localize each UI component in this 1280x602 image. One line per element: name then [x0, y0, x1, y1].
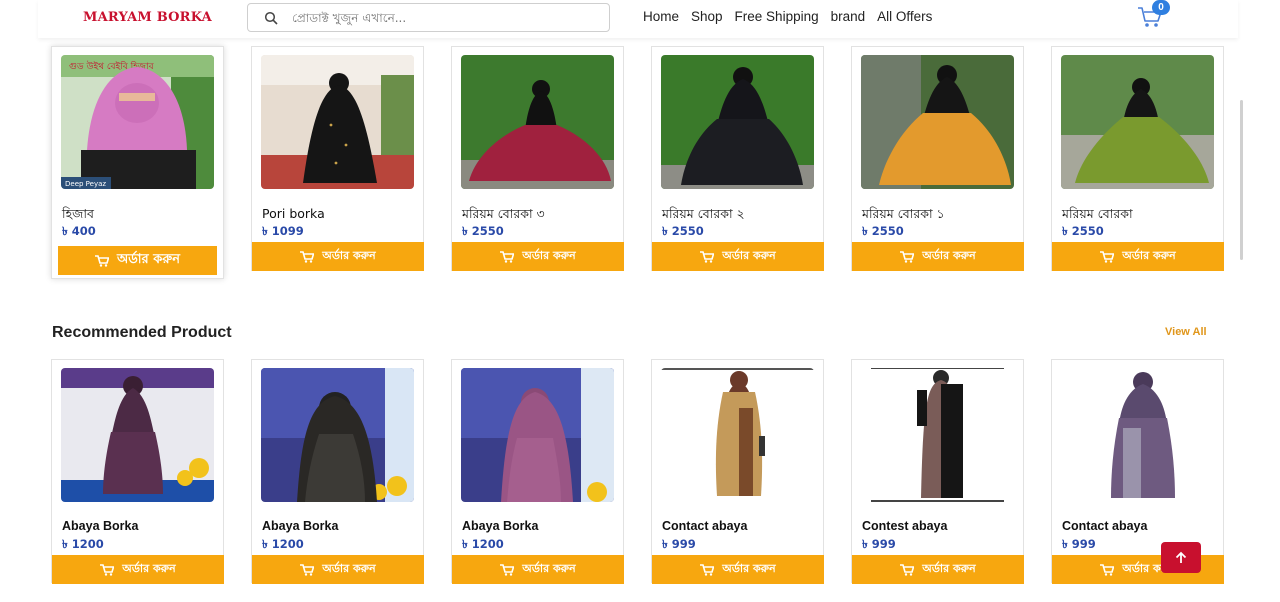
order-button-label: অর্ডার করুন: [922, 249, 976, 262]
cart-icon: [500, 250, 515, 263]
nav-home[interactable]: Home: [643, 9, 679, 24]
nav-brand[interactable]: brand: [831, 9, 866, 24]
product-card[interactable]: মরিয়ম বোরকা ৳ 2550 অর্ডার করুন: [1051, 46, 1224, 271]
search-icon: [264, 11, 278, 25]
nav-free-shipping[interactable]: Free Shipping: [735, 9, 819, 24]
scroll-to-top-button[interactable]: [1161, 542, 1201, 573]
svg-text:Deep Peyaz: Deep Peyaz: [65, 180, 106, 188]
product-card[interactable]: Pori borka ৳ 1099 অর্ডার করুন: [251, 46, 424, 271]
product-name[interactable]: Abaya Borka: [262, 519, 338, 533]
product-card[interactable]: গুড উইথ বেইবি হিজাব Deep Peyaz হিজাব ৳ 4…: [51, 46, 224, 279]
search-input[interactable]: [292, 9, 592, 27]
product-image[interactable]: [61, 368, 214, 502]
product-name[interactable]: Contact abaya: [662, 519, 747, 533]
product-price: ৳ 1200: [462, 537, 504, 551]
order-button-label: অর্ডার করুন: [116, 252, 181, 267]
order-button[interactable]: অর্ডার করুন: [852, 555, 1024, 584]
product-image[interactable]: [661, 55, 814, 189]
cart-icon: [900, 563, 915, 576]
order-button-label: অর্ডার করুন: [722, 249, 776, 262]
order-button[interactable]: অর্ডার করুন: [452, 555, 624, 584]
product-name[interactable]: Contact abaya: [1062, 519, 1147, 533]
cart-icon: [100, 563, 115, 576]
product-image[interactable]: [861, 368, 1014, 502]
order-button-label: অর্ডার করুন: [122, 562, 176, 575]
order-button-label: অর্ডার করুন: [722, 562, 776, 575]
search-box[interactable]: [247, 3, 610, 32]
order-button[interactable]: অর্ডার করুন: [652, 242, 824, 271]
nav-shop[interactable]: Shop: [691, 9, 723, 24]
product-price: ৳ 999: [1062, 537, 1096, 551]
product-card[interactable]: Abaya Borka ৳ 1200 অর্ডার করুন: [451, 359, 624, 584]
product-name[interactable]: Abaya Borka: [462, 519, 538, 533]
product-image[interactable]: [261, 55, 414, 189]
section-title: Recommended Product: [52, 324, 232, 341]
product-image[interactable]: [861, 55, 1014, 189]
product-price: ৳ 2550: [862, 224, 904, 238]
site-logo[interactable]: MARYAM BORKA: [83, 10, 212, 25]
cart-icon: [700, 563, 715, 576]
product-price: ৳ 999: [862, 537, 896, 551]
top-header: MARYAM BORKA Home Shop Free Shipping bra…: [38, 0, 1238, 38]
cart-icon: [1100, 563, 1115, 576]
view-all-link[interactable]: View All: [1165, 326, 1207, 338]
order-button[interactable]: অর্ডার করুন: [58, 246, 217, 275]
product-image[interactable]: [261, 368, 414, 502]
page-scrollbar[interactable]: [1240, 100, 1243, 260]
product-price: ৳ 1200: [62, 537, 104, 551]
product-price: ৳ 1099: [262, 224, 304, 238]
product-price: ৳ 2550: [662, 224, 704, 238]
product-image[interactable]: [461, 368, 614, 502]
product-price: ৳ 2550: [462, 224, 504, 238]
order-button[interactable]: অর্ডার করুন: [452, 242, 624, 271]
product-image[interactable]: [661, 368, 814, 502]
cart-icon: [700, 250, 715, 263]
product-card[interactable]: Contest abaya ৳ 999 অর্ডার করুন: [851, 359, 1024, 584]
order-button[interactable]: অর্ডার করুন: [1052, 242, 1224, 271]
order-button[interactable]: অর্ডার করুন: [52, 555, 224, 584]
product-image[interactable]: গুড উইথ বেইবি হিজাব Deep Peyaz: [61, 55, 214, 189]
product-card[interactable]: মরিয়ম বোরকা ২ ৳ 2550 অর্ডার করুন: [651, 46, 824, 271]
cart-icon: [900, 250, 915, 263]
product-card[interactable]: Abaya Borka ৳ 1200 অর্ডার করুন: [251, 359, 424, 584]
product-card[interactable]: Abaya Borka ৳ 1200 অর্ডার করুন: [51, 359, 224, 584]
cart-icon: [300, 563, 315, 576]
order-button[interactable]: অর্ডার করুন: [252, 555, 424, 584]
cart-icon: [300, 250, 315, 263]
product-card[interactable]: মরিয়ম বোরকা ১ ৳ 2550 অর্ডার করুন: [851, 46, 1024, 271]
product-price: ৳ 1200: [262, 537, 304, 551]
product-name[interactable]: Abaya Borka: [62, 519, 138, 533]
cart-icon: [94, 254, 109, 267]
order-button-label: অর্ডার করুন: [322, 562, 376, 575]
order-button-label: অর্ডার করুন: [522, 249, 576, 262]
product-image[interactable]: [461, 55, 614, 189]
product-image[interactable]: [1061, 368, 1214, 502]
order-button[interactable]: অর্ডার করুন: [852, 242, 1024, 271]
order-button-label: অর্ডার করুন: [322, 249, 376, 262]
main-nav: Home Shop Free Shipping brand All Offers: [643, 9, 932, 24]
product-price: ৳ 999: [662, 537, 696, 551]
order-button[interactable]: অর্ডার করুন: [652, 555, 824, 584]
order-button-label: অর্ডার করুন: [922, 562, 976, 575]
order-button-label: অর্ডার করুন: [522, 562, 576, 575]
product-price: ৳ 400: [62, 224, 96, 238]
product-card[interactable]: মরিয়ম বোরকা ৩ ৳ 2550 অর্ডার করুন: [451, 46, 624, 271]
cart-icon: [1100, 250, 1115, 263]
nav-all-offers[interactable]: All Offers: [877, 9, 932, 24]
order-button-label: অর্ডার করুন: [1122, 249, 1176, 262]
cart-icon: [500, 563, 515, 576]
product-image[interactable]: [1061, 55, 1214, 189]
product-card[interactable]: Contact abaya ৳ 999 অর্ডার করুন: [651, 359, 824, 584]
product-price: ৳ 2550: [1062, 224, 1104, 238]
product-name[interactable]: Pori borka: [262, 206, 325, 221]
cart-count-badge: 0: [1152, 0, 1170, 15]
arrow-up-icon: [1175, 551, 1187, 563]
product-name[interactable]: Contest abaya: [862, 519, 947, 533]
order-button[interactable]: অর্ডার করুন: [252, 242, 424, 271]
